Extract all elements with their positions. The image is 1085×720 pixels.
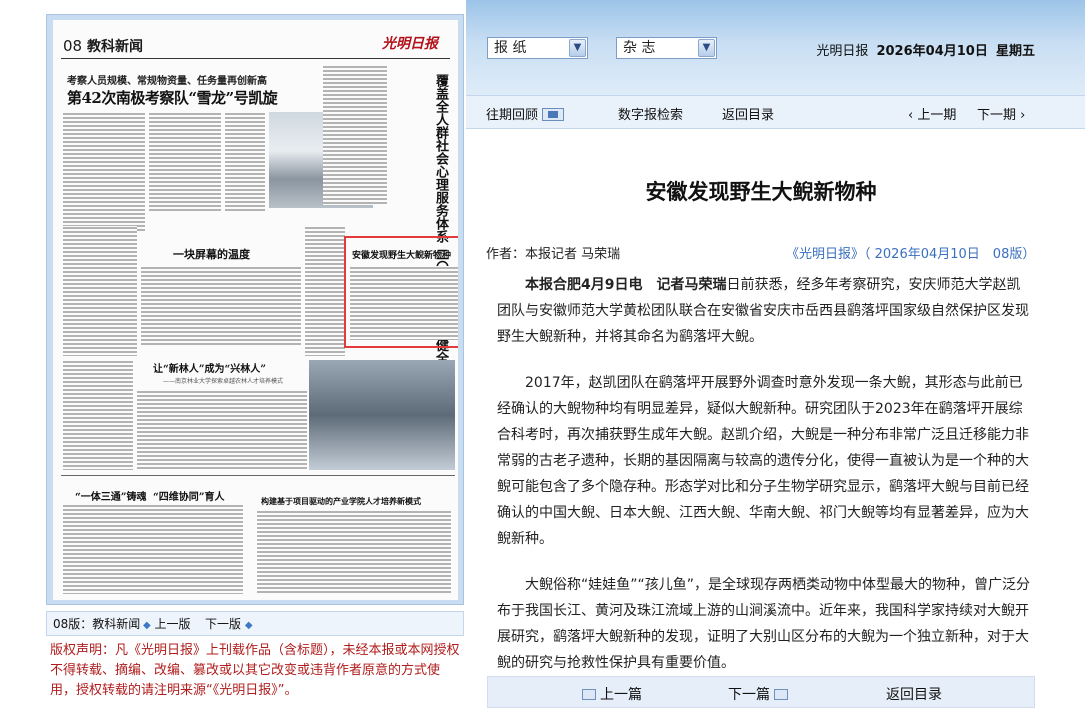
chevron-right-icon: › xyxy=(1016,108,1026,123)
story2-text[interactable] xyxy=(323,65,387,205)
story1-kicker[interactable]: 考察人员规模、常规物资量、任务量再创新高 xyxy=(67,72,267,87)
chevron-down-icon: ▼ xyxy=(569,39,586,57)
copyright-notice: 版权声明：凡《光明日报》上刊载作品（含标题），未经本报或本网授权不得转载、摘编、… xyxy=(50,643,460,698)
prev-page-link[interactable]: ◆ 上一版 xyxy=(143,613,191,637)
issue-date: 2026年04月10日 xyxy=(876,44,988,59)
article-lead: 本报合肥4月9日电 记者马荣瑞 xyxy=(525,277,727,293)
story8-headline[interactable]: 构建基于项目驱动的产业学院人才培养新模式 xyxy=(261,496,421,507)
story1-headline[interactable]: 第42次南极考察队“雪龙”号凯旋 xyxy=(67,87,278,108)
article-paragraph: 2017年，赵凯团队在鹞落坪开展野外调查时意外发现一条大鲵，其形态与此前已经确认… xyxy=(497,375,1029,547)
newspaper-select[interactable]: 报 纸 ▼ xyxy=(487,37,588,59)
article-nav-bar: 上一篇 下一篇 返回目录 xyxy=(487,676,1035,708)
digital-search-link[interactable]: 数字报检索 xyxy=(618,104,683,123)
story5-text[interactable] xyxy=(137,390,307,470)
story3-headline[interactable]: 一块屏幕的温度 xyxy=(173,246,250,262)
story5-text[interactable] xyxy=(63,360,133,470)
article-paragraph: 本报合肥4月9日电 记者马荣瑞日前获悉，经多年考察研究，安庆师范大学赵凯团队与安… xyxy=(497,272,1031,350)
magazine-select[interactable]: 杂 志 ▼ xyxy=(616,37,717,59)
prev-page-label: 上一版 xyxy=(154,617,191,631)
next-page-label: 下一版 xyxy=(205,617,242,631)
story3-text[interactable] xyxy=(141,266,301,346)
arrow-right-icon: ◆ xyxy=(244,620,253,631)
story5-headline[interactable]: 让“新林人”成为“兴林人” xyxy=(153,360,266,375)
back-to-index-link[interactable]: 返回目录 xyxy=(722,104,774,123)
prev-issue-label: 上一期 xyxy=(917,108,957,123)
highlighted-article-box[interactable]: 安徽发现野生大鲵新物种 xyxy=(344,236,458,348)
chevron-left-icon: ‹ xyxy=(908,108,918,123)
article-author: 作者：本报记者 马荣瑞 xyxy=(486,247,621,262)
story4-text[interactable] xyxy=(305,226,345,356)
prev-issue-link[interactable]: ‹ 上一期 xyxy=(908,104,956,123)
next-page-link[interactable]: 下一版 ◆ xyxy=(205,613,253,637)
past-review-link[interactable]: 往期回顾 xyxy=(486,104,565,123)
newspaper-select-label: 报 纸 xyxy=(494,40,527,56)
next-article-label: 下一篇 xyxy=(728,687,770,703)
weekday: 星期五 xyxy=(995,44,1035,59)
story6-text[interactable] xyxy=(63,504,243,594)
page-section: 教科新闻 xyxy=(86,39,143,55)
next-issue-link[interactable]: 下一期 › xyxy=(977,104,1025,123)
story5-subheadline: ——南京林业大学探索卓越农林人才培养模式 xyxy=(163,378,284,385)
prev-article-label: 上一篇 xyxy=(600,687,642,703)
section-rule xyxy=(61,475,455,476)
next-issue-label: 下一期 xyxy=(977,108,1017,123)
arrow-left-icon: ◆ xyxy=(143,620,151,631)
chevron-down-icon: ▼ xyxy=(698,39,715,57)
page-rule xyxy=(61,58,450,59)
document-icon xyxy=(774,689,788,700)
calendar-icon[interactable] xyxy=(542,108,565,121)
story1-text[interactable] xyxy=(63,112,145,232)
story3-text[interactable] xyxy=(63,226,137,356)
lab-photo[interactable] xyxy=(309,360,455,470)
page-heading: 08 教科新闻 xyxy=(63,36,143,56)
top-banner: 报 纸 ▼ 杂 志 ▼ 光明日报 2026年04月10日 星期五 xyxy=(466,0,1085,95)
story6-headline[interactable]: “一体三通”铸魂 xyxy=(75,488,147,503)
page-label: 08版：教科新闻 xyxy=(53,617,141,631)
newspaper-logo: 光明日报 xyxy=(382,36,438,52)
highlighted-article-text[interactable] xyxy=(350,266,458,340)
page-number: 08 xyxy=(63,37,83,55)
page-footer-bar: 08版：教科新闻 ◆ 上一版 下一版 ◆ xyxy=(46,611,464,636)
story1-text[interactable] xyxy=(225,112,265,212)
story1-text[interactable] xyxy=(149,112,221,212)
magazine-select-label: 杂 志 xyxy=(623,40,656,56)
past-review-label: 往期回顾 xyxy=(486,108,539,123)
next-article-link[interactable]: 下一篇 xyxy=(728,684,792,704)
story8-text[interactable] xyxy=(257,510,451,594)
newspaper-page-image[interactable]: 08 教科新闻 光明日报 考察人员规模、常规物资量、任务量再创新高 第42次南极… xyxy=(53,20,458,600)
back-to-index-button[interactable]: 返回目录 xyxy=(886,684,942,704)
story7-headline[interactable]: “四维协同”育人 xyxy=(153,488,225,503)
article-source: 《光明日报》（ 2026年04月10日 08版） xyxy=(786,247,1036,262)
issue-nav-bar: 往期回顾 数字报检索 返回目录 ‹ 上一期 下一期 › xyxy=(466,95,1085,129)
article-title: 安徽发现野生大鲵新物种 xyxy=(645,180,877,204)
date-bar: 光明日报 2026年04月10日 星期五 xyxy=(816,40,1035,59)
site-name: 光明日报 xyxy=(816,44,869,59)
newspaper-page-frame: 08 教科新闻 光明日报 考察人员规模、常规物资量、任务量再创新高 第42次南极… xyxy=(46,14,464,605)
document-icon xyxy=(582,689,596,700)
article-body: 本报合肥4月9日电 记者马荣瑞日前获悉，经多年考察研究，安庆师范大学赵凯团队与安… xyxy=(497,272,1031,696)
prev-article-link[interactable]: 上一篇 xyxy=(578,684,642,704)
highlighted-article-headline[interactable]: 安徽发现野生大鲵新物种 xyxy=(352,248,451,261)
article-paragraph: 大鲵俗称“娃娃鱼”“孩儿鱼”，是全球现存两栖类动物中体型最大的物种，曾广泛分布于… xyxy=(497,577,1031,671)
